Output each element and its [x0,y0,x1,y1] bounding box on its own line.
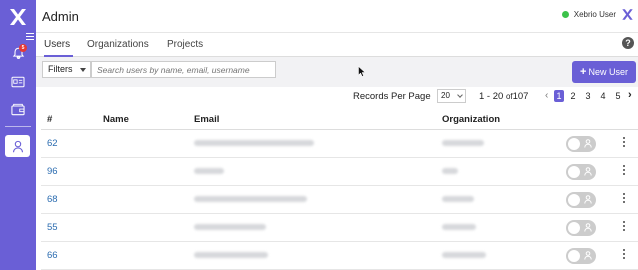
chevron-down-icon [457,92,463,98]
toggle-knob [568,166,580,178]
sidebar: 5 [0,0,36,270]
organization-blurred [442,224,476,230]
top-header: Admin Xebrio User [36,0,638,33]
active-toggle[interactable] [566,164,596,180]
user-name: Xebrio User [573,10,616,19]
user-id-link[interactable]: 96 [47,166,58,177]
email-blurred [194,140,314,146]
user-toggle-icon [584,139,592,148]
toggle-knob [568,250,580,262]
page-3-button[interactable]: 3 [583,90,593,102]
user-toggle-icon [584,195,592,204]
records-per-page-select[interactable]: 20 [437,89,466,103]
active-toggle[interactable] [566,248,596,264]
user-id-link[interactable]: 55 [47,222,58,233]
records-per-page-label: Records Per Page [353,91,431,102]
table-row[interactable]: 68 [41,186,638,214]
kebab-icon[interactable] [622,193,626,205]
notification-badge: 5 [19,44,27,52]
new-user-label: New User [588,67,628,77]
user-id-link[interactable]: 62 [47,138,58,149]
column-header-email: Email [194,114,220,125]
prev-page-button[interactable]: ‹ [545,90,548,101]
kebab-icon[interactable] [622,249,626,261]
kebab-icon[interactable] [622,165,626,177]
page-5-button[interactable]: 5 [613,90,623,102]
active-toggle[interactable] [566,220,596,236]
kebab-icon[interactable] [622,221,626,233]
toggle-knob [568,194,580,206]
tab-organizations[interactable]: Organizations [87,39,149,50]
help-icon[interactable]: ? [622,37,634,49]
column-header-name: Name [103,114,129,125]
table-row[interactable]: 96 [41,158,638,186]
user-icon [12,140,23,152]
records-per-page-value: 20 [441,91,450,100]
user-id-link[interactable]: 66 [47,250,58,261]
wallet-icon[interactable] [9,100,27,118]
active-toggle[interactable] [566,192,596,208]
hamburger-icon[interactable] [26,33,34,41]
plus-icon: + [580,66,587,78]
tab-users[interactable]: Users [44,39,70,50]
id-card-icon[interactable] [9,73,27,91]
record-range: 1 - 20 of107 [479,91,528,102]
page-1-button[interactable]: 1 [554,90,564,102]
search-input[interactable] [91,61,276,78]
toggle-knob [568,222,580,234]
range-total: 107 [512,91,529,102]
mouse-cursor-icon [358,66,366,77]
toggle-knob [568,138,580,150]
email-blurred [194,252,268,258]
range-label: 1 - 20 [479,91,504,102]
user-toggle-icon [584,223,592,232]
organization-blurred [442,168,458,174]
column-header-organization: Organization [442,114,501,125]
organization-blurred [442,140,484,146]
toolbar: Filters +New User [36,57,638,87]
organization-blurred [442,196,474,202]
online-status-dot [561,11,569,18]
pagination-bar: Records Per Page 20 1 - 20 of107 ‹ 1 2 3… [36,87,638,107]
filters-label: Filters [48,64,73,74]
user-toggle-icon [584,251,592,260]
sidebar-divider [5,126,31,127]
new-user-button[interactable]: + New User [572,61,636,83]
table-row[interactable]: 66 [41,242,638,270]
table-row[interactable]: 55 [41,214,638,242]
email-blurred [194,224,266,230]
page-title: Admin [42,9,79,24]
x-logo-icon[interactable] [8,7,28,27]
user-id-link[interactable]: 68 [47,194,58,205]
tab-projects[interactable]: Projects [167,39,203,50]
tab-bar: Users Organizations Projects ? [36,33,638,57]
table-row[interactable]: 62 [41,130,638,158]
x-logo-icon [622,9,633,20]
table-header: # Name Email Organization [41,109,638,130]
email-blurred [194,196,307,202]
filters-dropdown[interactable]: Filters [42,61,91,78]
sidebar-item-users[interactable] [5,135,30,157]
admin-app: 5 Admin Xebrio User Users Organizations … [0,0,638,270]
next-page-button[interactable]: › [628,89,632,101]
active-toggle[interactable] [566,136,596,152]
user-menu[interactable]: Xebrio User [561,8,634,21]
email-blurred [194,168,224,174]
column-header-id: # [47,114,53,125]
organization-blurred [442,252,486,258]
caret-down-icon [80,68,86,72]
kebab-icon[interactable] [622,137,626,149]
range-of: of [505,92,513,101]
users-table: # Name Email Organization 62 96 68 55 66 [41,109,638,270]
page-4-button[interactable]: 4 [598,90,608,102]
user-toggle-icon [584,167,592,176]
page-2-button[interactable]: 2 [568,90,578,102]
